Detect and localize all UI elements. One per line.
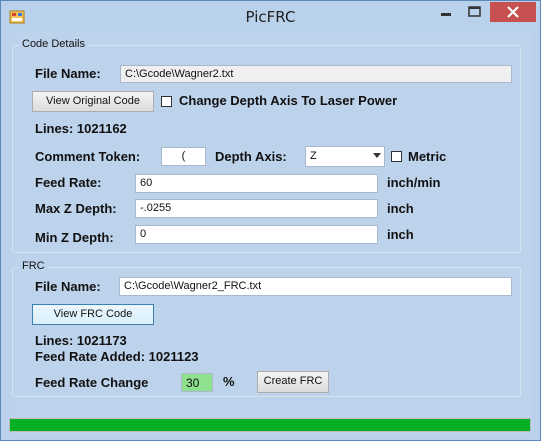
comment-token-label: Comment Token: bbox=[35, 149, 141, 164]
metric-checkbox[interactable] bbox=[391, 151, 402, 162]
close-icon bbox=[507, 6, 519, 18]
min-z-depth-unit: inch bbox=[387, 227, 414, 242]
feed-rate-field[interactable]: 60 bbox=[135, 174, 378, 193]
frc-file-name-field[interactable]: C:\Gcode\Wagner2_FRC.txt bbox=[119, 277, 512, 296]
feed-rate-added-count: Feed Rate Added: 1021123 bbox=[35, 349, 199, 364]
file-name-field[interactable]: C:\Gcode\Wagner2.txt bbox=[120, 65, 512, 83]
change-depth-axis-checkbox[interactable] bbox=[161, 96, 172, 107]
create-frc-button[interactable]: Create FRC bbox=[257, 371, 329, 393]
maximize-button[interactable] bbox=[461, 2, 488, 22]
frc-group-title: FRC bbox=[19, 260, 48, 272]
metric-label[interactable]: Metric bbox=[408, 149, 446, 164]
close-button[interactable] bbox=[490, 2, 536, 22]
progress-bar bbox=[9, 418, 531, 432]
code-details-group-title: Code Details bbox=[19, 38, 88, 50]
depth-axis-select[interactable]: Z bbox=[305, 146, 385, 167]
chevron-down-icon bbox=[373, 153, 381, 158]
original-lines-count: Lines: 1021162 bbox=[35, 121, 127, 136]
feed-rate-label: Feed Rate: bbox=[35, 175, 102, 190]
min-z-depth-field[interactable]: 0 bbox=[135, 225, 378, 244]
file-name-label: File Name: bbox=[35, 66, 101, 81]
depth-axis-label: Depth Axis: bbox=[215, 149, 287, 164]
frc-lines-count: Lines: 1021173 bbox=[35, 333, 127, 348]
max-z-depth-label: Max Z Depth: bbox=[35, 201, 117, 216]
progress-bar-fill bbox=[10, 419, 530, 431]
feed-rate-change-label: Feed Rate Change bbox=[35, 375, 149, 390]
comment-token-field[interactable]: ( bbox=[161, 147, 206, 166]
percent-label: % bbox=[223, 374, 235, 389]
depth-axis-selected-value: Z bbox=[310, 150, 317, 162]
view-original-code-button[interactable]: View Original Code bbox=[32, 91, 154, 112]
min-z-depth-label: Min Z Depth: bbox=[35, 230, 114, 245]
app-window: PicFRC Code Details File Name: C:\Gcode\… bbox=[0, 0, 541, 441]
feed-rate-unit: inch/min bbox=[387, 175, 441, 190]
max-z-depth-unit: inch bbox=[387, 201, 414, 216]
maximize-icon bbox=[468, 6, 481, 17]
minimize-icon bbox=[441, 13, 451, 16]
title-bar[interactable]: PicFRC bbox=[1, 1, 540, 31]
change-depth-axis-label[interactable]: Change Depth Axis To Laser Power bbox=[179, 93, 397, 108]
view-frc-code-button[interactable]: View FRC Code bbox=[32, 304, 154, 325]
max-z-depth-field[interactable]: -.0255 bbox=[135, 199, 378, 218]
minimize-button[interactable] bbox=[431, 2, 461, 22]
form-client-area: Code Details File Name: C:\Gcode\Wagner2… bbox=[9, 31, 533, 435]
feed-rate-change-field[interactable]: 30 bbox=[181, 373, 213, 392]
frc-file-name-label: File Name: bbox=[35, 279, 101, 294]
